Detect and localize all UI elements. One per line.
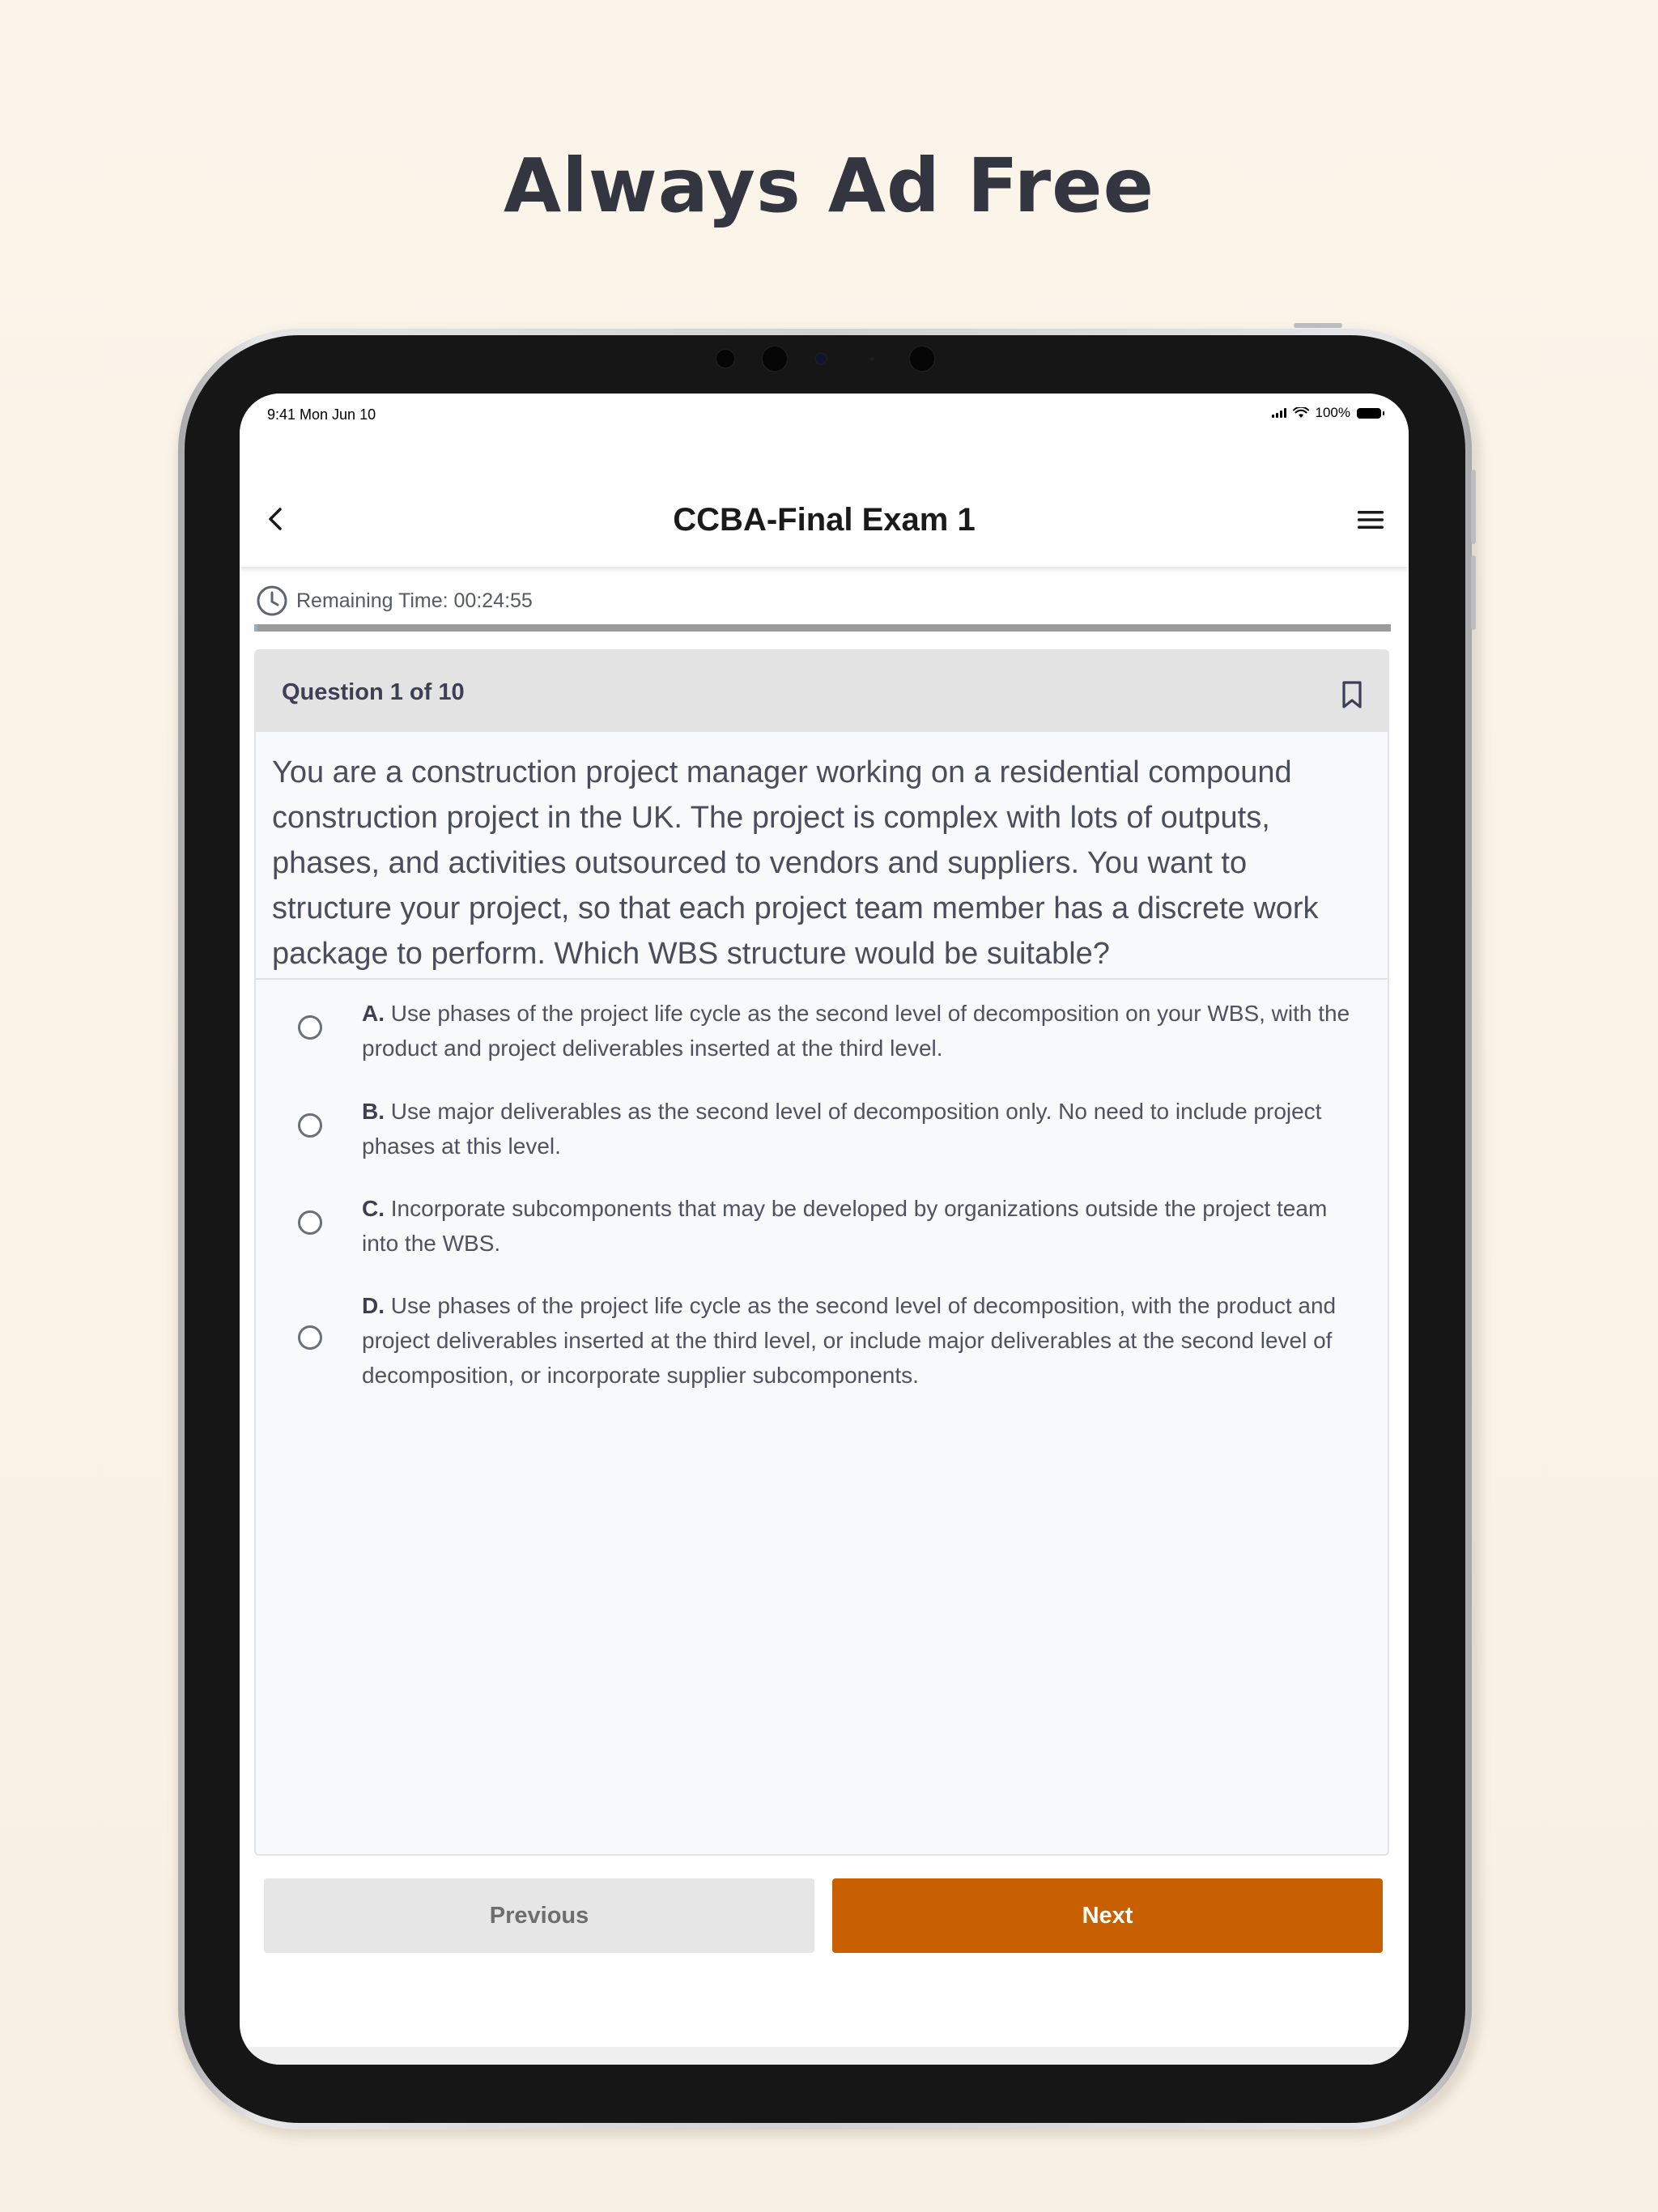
answer-option-b[interactable]: B. Use major deliverables as the second … <box>256 1094 1388 1171</box>
nav-bar: 9:41 Mon Jun 10 100% CCBA-Final Exam 1 <box>240 393 1409 567</box>
answer-option-d[interactable]: D. Use phases of the project life cycle … <box>256 1288 1388 1397</box>
bottom-safe-area <box>240 2047 1409 2065</box>
camera-lens <box>814 352 827 365</box>
radio-button[interactable] <box>298 1210 322 1235</box>
remaining-time-label: Remaining Time: 00:24:55 <box>296 589 533 612</box>
option-label: Use phases of the project life cycle as … <box>362 1001 1350 1061</box>
question-card: Question 1 of 10 You are a construction … <box>254 649 1389 1856</box>
bookmark-icon[interactable] <box>1341 680 1363 709</box>
option-letter: C. <box>362 1196 385 1221</box>
sensor-dot <box>908 345 936 372</box>
next-button[interactable]: Next <box>832 1878 1383 1953</box>
hamburger-menu-icon[interactable] <box>1357 508 1384 531</box>
time-progress-fill <box>254 624 258 632</box>
option-letter: D. <box>362 1293 385 1318</box>
option-text: C. Incorporate subcomponents that may be… <box>362 1191 1366 1261</box>
remaining-time: Remaining Time: 00:24:55 <box>256 585 533 617</box>
volume-up-button <box>1471 470 1476 544</box>
option-text: A. Use phases of the project life cycle … <box>362 996 1366 1066</box>
headline: Always Ad Free <box>504 143 1154 229</box>
sensor-dot <box>715 348 736 369</box>
clock-icon <box>257 585 287 616</box>
question-header: Question 1 of 10 <box>256 651 1388 732</box>
option-letter: B. <box>362 1099 385 1124</box>
question-counter: Question 1 of 10 <box>282 679 465 705</box>
battery-icon <box>1357 407 1384 419</box>
option-label: Use major deliverables as the second lev… <box>362 1099 1322 1159</box>
volume-down-button <box>1471 555 1476 630</box>
radio-button[interactable] <box>298 1325 322 1350</box>
answer-option-a[interactable]: A. Use phases of the project life cycle … <box>256 996 1388 1073</box>
question-text: You are a construction project manager w… <box>272 755 1319 971</box>
status-indicators: 100% <box>1271 405 1384 421</box>
page-title: CCBA-Final Exam 1 <box>673 502 976 538</box>
cellular-signal-icon <box>1271 408 1286 418</box>
top-button <box>1294 323 1342 328</box>
app-screen: 9:41 Mon Jun 10 100% CCBA-Final Exam 1 R… <box>240 393 1409 2065</box>
radio-button[interactable] <box>298 1015 322 1040</box>
option-label: Incorporate subcomponents that may be de… <box>362 1196 1328 1256</box>
radio-button[interactable] <box>298 1113 322 1138</box>
sensor-dot <box>870 357 874 361</box>
option-label: Use phases of the project life cycle as … <box>362 1293 1337 1388</box>
sensor-dot <box>761 345 789 372</box>
divider <box>256 978 1388 980</box>
answer-option-c[interactable]: C. Incorporate subcomponents that may be… <box>256 1191 1388 1268</box>
previous-button[interactable]: Previous <box>264 1878 814 1953</box>
option-text: B. Use major deliverables as the second … <box>362 1094 1366 1163</box>
time-progress-bar <box>254 624 1391 632</box>
option-letter: A. <box>362 1001 385 1026</box>
wifi-icon <box>1292 407 1309 418</box>
option-text: D. Use phases of the project life cycle … <box>362 1288 1366 1393</box>
status-time: 9:41 Mon Jun 10 <box>267 406 376 423</box>
battery-percent: 100% <box>1315 405 1350 420</box>
